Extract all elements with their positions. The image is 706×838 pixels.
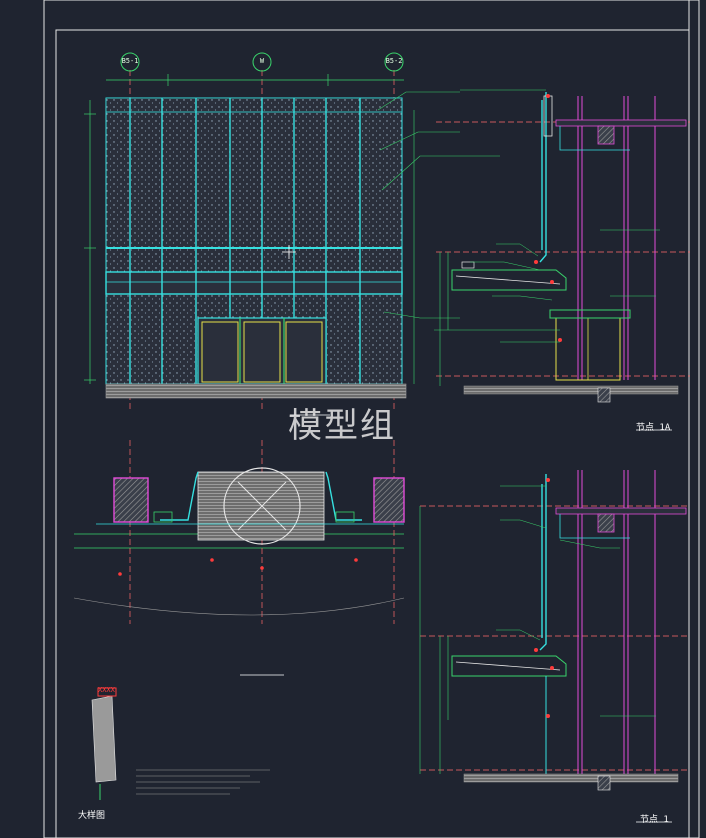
watermark-text: 模型组 (288, 406, 396, 446)
grid-label-right: B5-2 (385, 57, 403, 65)
section-1-caption: 节点 1 (640, 815, 669, 825)
entrance-plan (73, 440, 405, 676)
facade-elevation (84, 52, 500, 416)
section-detail-1 (419, 470, 690, 823)
section-1a-caption: 节点 1A (636, 423, 671, 433)
grid-label-mid: W (259, 57, 265, 65)
detail-tag: XXXX (98, 686, 115, 694)
section-detail-1A (434, 89, 690, 431)
detail-caption: 大样图 (78, 811, 106, 821)
key-detail (91, 687, 270, 800)
grid-label-left: B5-1 (121, 57, 139, 65)
